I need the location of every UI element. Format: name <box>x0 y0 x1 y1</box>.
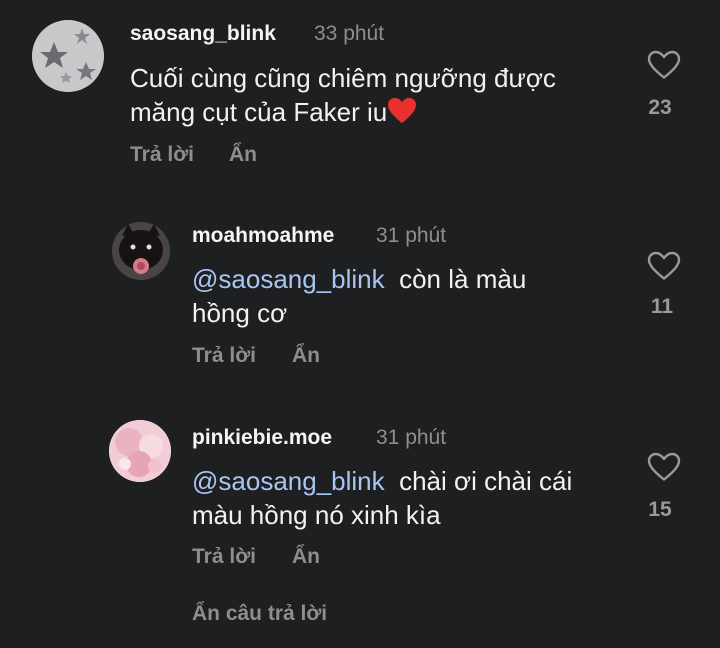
heart-outline-icon[interactable] <box>647 452 681 482</box>
comment-text: @saosang_blink còn là màu hồng cơ <box>192 262 612 330</box>
like-count: 11 <box>650 295 674 318</box>
avatar-stars-image <box>32 20 104 92</box>
comment-text-line: @saosang_blink chài ơi chài cái <box>192 464 622 498</box>
avatar-pink-image <box>109 420 171 482</box>
comment-username[interactable]: pinkiebie.moe <box>192 426 332 450</box>
avatar[interactable] <box>32 20 104 92</box>
comment-text-segment: chài ơi chài cái <box>399 466 573 496</box>
reply-button[interactable]: Trả lời <box>192 545 256 569</box>
comments-thread: saosang_blink 33 phút Cuối cùng cũng chi… <box>0 0 720 648</box>
heart-outline-icon[interactable] <box>647 251 681 281</box>
comment-text-line: @saosang_blink còn là màu <box>192 262 612 296</box>
hide-replies-button[interactable]: Ẩn câu trả lời <box>192 602 327 626</box>
comment-text-segment: măng cụt của Faker iu <box>130 97 388 127</box>
like-count: 15 <box>648 498 672 521</box>
avatar-cat-image <box>112 222 170 280</box>
comment-text-segment: còn là màu <box>399 264 527 294</box>
mention-link[interactable]: @saosang_blink <box>192 466 385 496</box>
avatar[interactable] <box>112 222 170 280</box>
comment-text-line: Cuối cùng cũng chiêm ngưỡng được <box>130 63 556 93</box>
avatar[interactable] <box>109 420 171 482</box>
comment-timestamp: 33 phút <box>314 22 385 45</box>
reply-button[interactable]: Trả lời <box>192 344 256 368</box>
comment-username[interactable]: moahmoahme <box>192 224 334 248</box>
hide-button[interactable]: Ẩn <box>292 545 320 569</box>
comment-text-line: hồng cơ <box>192 298 288 328</box>
heart-outline-icon[interactable] <box>647 50 681 80</box>
hide-button[interactable]: Ẩn <box>229 143 257 167</box>
red-heart-emoji <box>388 97 417 124</box>
like-count: 23 <box>648 96 672 119</box>
comment-text: @saosang_blink chài ơi chài cái màu hồng… <box>192 464 622 532</box>
comment-timestamp: 31 phút <box>376 426 447 449</box>
mention-link[interactable]: @saosang_blink <box>192 264 385 294</box>
comment-timestamp: 31 phút <box>376 224 447 247</box>
comment-text-line: măng cụt của Faker iu <box>130 95 610 129</box>
comment-username[interactable]: saosang_blink <box>130 22 276 46</box>
reply-button[interactable]: Trả lời <box>130 143 194 167</box>
comment-text: Cuối cùng cũng chiêm ngưỡng được măng cụ… <box>130 61 610 129</box>
comment-text-line: màu hồng nó xinh kìa <box>192 500 441 530</box>
hide-button[interactable]: Ẩn <box>292 344 320 368</box>
